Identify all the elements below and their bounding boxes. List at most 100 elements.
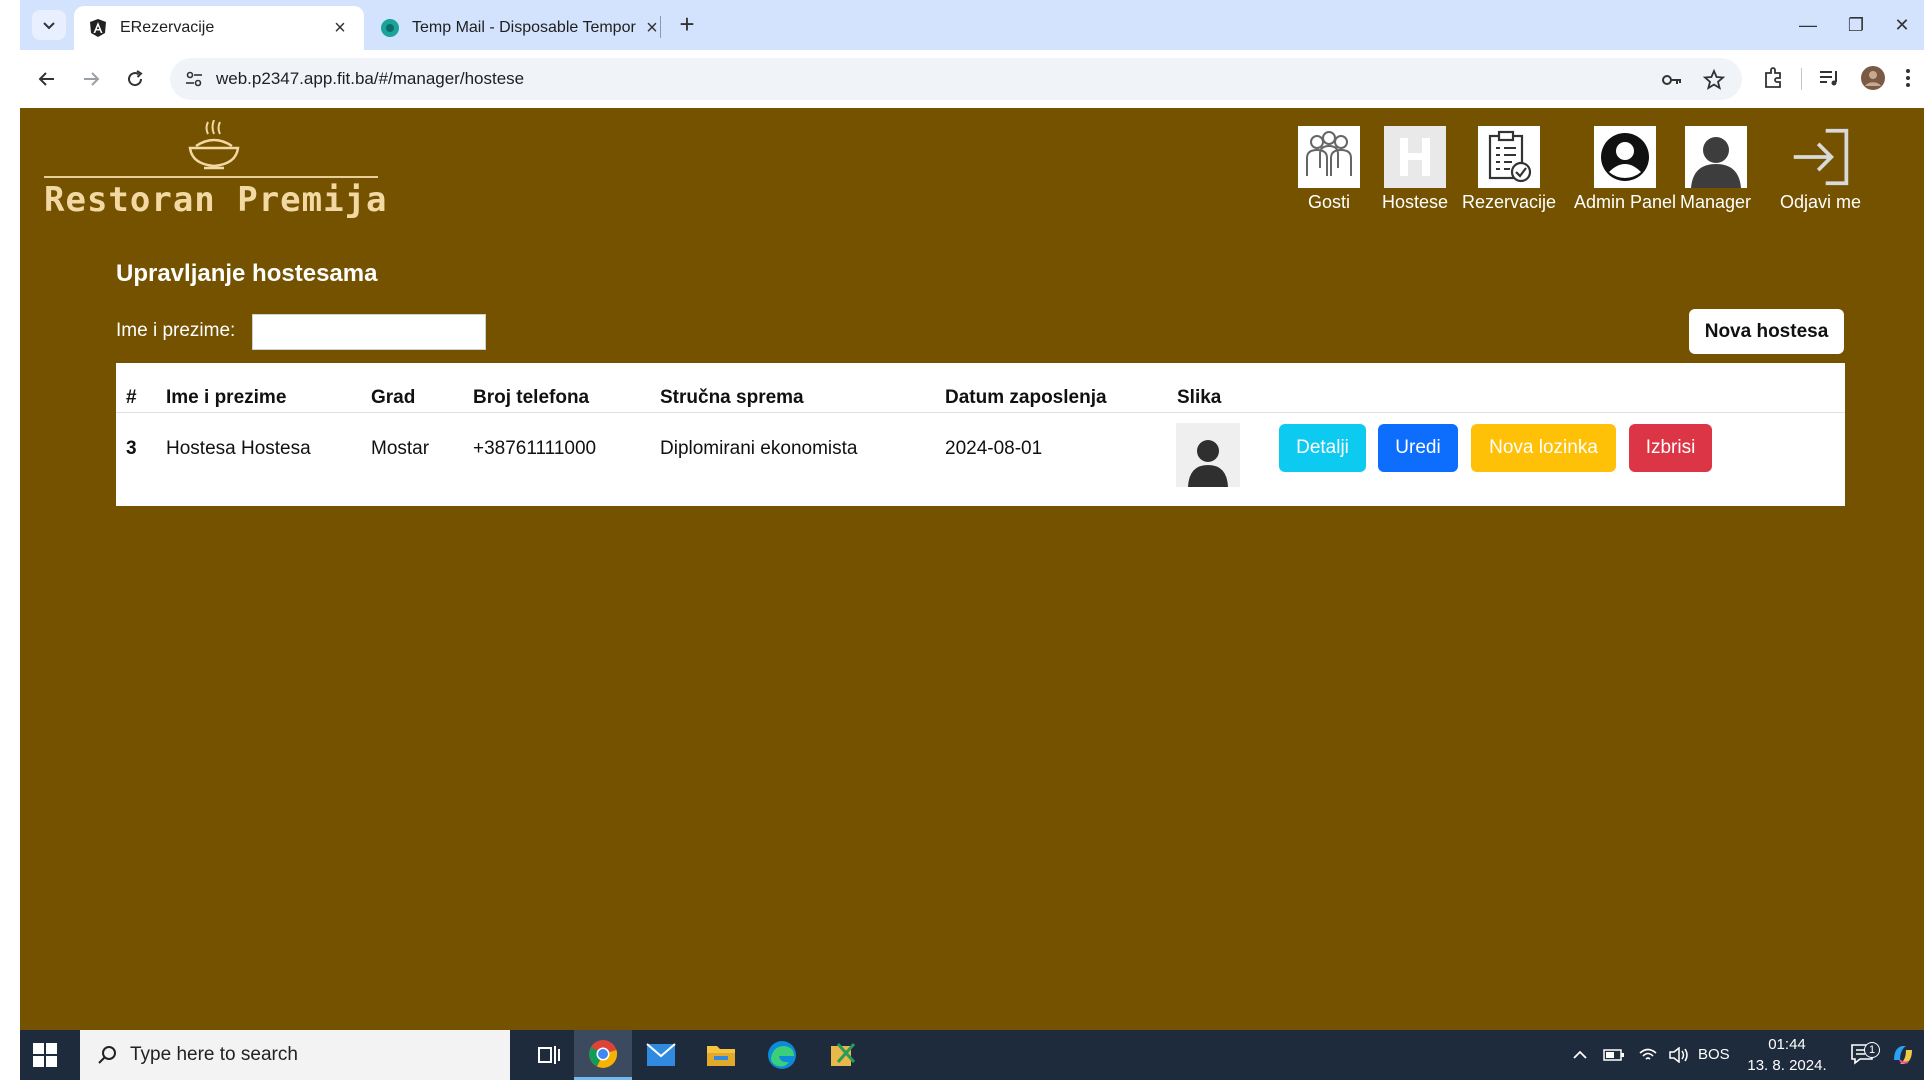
column-header-employment-date: Datum zaposlenja — [945, 387, 1107, 408]
nav-label: Rezervacije — [1462, 192, 1557, 212]
battery-status[interactable] — [1603, 1030, 1625, 1080]
user-silhouette-icon — [1684, 126, 1747, 188]
temp-mail-icon — [381, 19, 399, 37]
user-circle-icon — [1601, 133, 1650, 181]
nav-rezervacije[interactable]: Rezervacije — [1462, 126, 1556, 213]
tab-temp-mail[interactable]: Temp Mail - Disposable Tempor × — [366, 6, 676, 50]
notification-count-badge: 1 — [1864, 1042, 1880, 1058]
nav-gosti[interactable]: Gosti — [1298, 126, 1360, 213]
new-hostess-button[interactable]: Nova hostesa — [1689, 309, 1844, 354]
task-view-button[interactable] — [520, 1030, 578, 1080]
tab-title: ERezervacije — [120, 19, 215, 36]
name-filter-label: Ime i prezime: — [116, 320, 236, 341]
battery-icon — [1603, 1049, 1624, 1061]
restore-button[interactable]: ❐ — [1836, 10, 1876, 40]
clock-time: 01:44 — [1768, 1036, 1806, 1053]
volume-status[interactable] — [1668, 1030, 1690, 1080]
chrome-taskbar-app[interactable] — [574, 1030, 632, 1080]
nav-icon-box — [1594, 126, 1657, 188]
bookmark-star-icon[interactable] — [1702, 68, 1726, 92]
mail-icon — [646, 1043, 676, 1066]
browser-menu-button[interactable] — [1904, 64, 1912, 92]
column-header-id: # — [126, 387, 137, 408]
extensions-icon[interactable] — [1760, 65, 1786, 91]
input-language[interactable]: BOS — [1698, 1030, 1730, 1080]
taskbar-search-placeholder: Type here to search — [130, 1044, 298, 1065]
site-info-icon[interactable] — [184, 69, 204, 89]
column-header-photo: Slika — [1177, 387, 1222, 408]
arrow-left-icon — [38, 72, 54, 86]
snipping-tool-icon — [831, 1043, 856, 1066]
nav-odjavi-me[interactable]: Odjavi me — [1780, 126, 1861, 213]
close-tab-icon[interactable]: × — [330, 17, 350, 40]
network-status[interactable] — [1638, 1030, 1658, 1080]
profile-avatar-icon[interactable] — [1860, 65, 1886, 91]
logo-divider — [44, 176, 378, 178]
back-button[interactable] — [30, 62, 64, 96]
row-photo — [1176, 423, 1240, 487]
column-header-city: Grad — [371, 387, 416, 408]
folder-icon — [707, 1046, 735, 1066]
chrome-icon — [589, 1039, 618, 1068]
noodle-bowl-icon — [188, 120, 240, 170]
tab-erezervacije[interactable]: ERezervacije × — [74, 6, 364, 50]
close-window-button[interactable]: ✕ — [1882, 10, 1922, 40]
page-content: Restoran Premija Gosti Hostese Rezervaci… — [20, 108, 1924, 1030]
angular-icon — [90, 19, 106, 37]
new-tab-button[interactable]: + — [672, 10, 702, 40]
reload-button[interactable] — [118, 62, 152, 96]
nav-hostese[interactable]: Hostese — [1382, 126, 1448, 213]
mail-taskbar-app[interactable] — [632, 1030, 690, 1080]
notifications-button[interactable]: 1 — [1850, 1030, 1880, 1080]
row-name: Hostesa Hostesa — [166, 438, 311, 459]
address-bar[interactable]: web.p2347.app.fit.ba/#/manager/hostese — [170, 58, 1742, 100]
tab-title: Temp Mail - Disposable Tempor — [412, 19, 636, 36]
edge-taskbar-app[interactable] — [753, 1030, 811, 1080]
row-phone: +38761111000 — [473, 438, 597, 459]
logo-text: Restoran Premija — [44, 180, 388, 220]
header-divider — [116, 412, 1845, 413]
taskbar-clock[interactable]: 01:44 13. 8. 2024. — [1744, 1034, 1830, 1076]
url-text: web.p2347.app.fit.ba/#/manager/hostese — [216, 69, 525, 88]
people-group-icon — [1306, 131, 1352, 176]
copilot-button[interactable] — [1890, 1030, 1916, 1080]
row-city: Mostar — [371, 438, 430, 459]
windows-start-icon[interactable] — [32, 1042, 58, 1068]
snip-tool-taskbar-app[interactable] — [814, 1030, 872, 1080]
forward-button[interactable] — [74, 62, 108, 96]
clock-date: 13. 8. 2024. — [1747, 1057, 1827, 1074]
minimize-button[interactable]: — — [1788, 10, 1828, 40]
wifi-icon — [1639, 1048, 1657, 1060]
hostess-table: # Ime i prezime Grad Broj telefona Struč… — [116, 363, 1845, 506]
row-id: 3 — [126, 438, 137, 459]
name-filter-input[interactable] — [252, 314, 486, 350]
nav-icon-box — [1478, 126, 1541, 188]
task-view-icon — [538, 1046, 560, 1064]
nav-icon-box — [1384, 126, 1447, 188]
search-icon — [98, 1046, 116, 1064]
new-password-button[interactable]: Nova lozinka — [1471, 424, 1616, 472]
close-tab-icon[interactable]: × — [642, 17, 662, 40]
nav-icon-box — [1790, 126, 1852, 188]
nav-icon-box — [1684, 126, 1747, 188]
tab-search-button[interactable] — [32, 10, 66, 40]
file-explorer-taskbar-app[interactable] — [692, 1030, 750, 1080]
delete-button[interactable]: Izbrisi — [1629, 424, 1712, 472]
password-key-icon[interactable] — [1660, 68, 1684, 92]
details-button[interactable]: Detalji — [1279, 424, 1366, 472]
media-controls-icon[interactable] — [1816, 65, 1842, 91]
nav-manager[interactable]: Manager — [1680, 126, 1751, 213]
show-hidden-icons-button[interactable] — [1572, 1030, 1588, 1080]
sign-in-arrow-icon — [1793, 128, 1848, 186]
row-education: Diplomirani ekonomista — [660, 438, 858, 459]
column-header-education: Stručna sprema — [660, 387, 804, 408]
arrow-right-icon — [84, 72, 100, 86]
row-employment-date: 2024-08-01 — [945, 438, 1043, 459]
chevron-down-icon — [43, 22, 55, 30]
letter-h-icon — [1400, 138, 1431, 176]
nav-admin-panel[interactable]: Admin Panel — [1574, 126, 1676, 213]
taskbar-search-box[interactable]: Type here to search — [80, 1030, 510, 1080]
reload-icon — [128, 70, 143, 87]
edit-button[interactable]: Uredi — [1378, 424, 1458, 472]
browser-toolbar: web.p2347.app.fit.ba/#/manager/hostese — [20, 50, 1924, 108]
